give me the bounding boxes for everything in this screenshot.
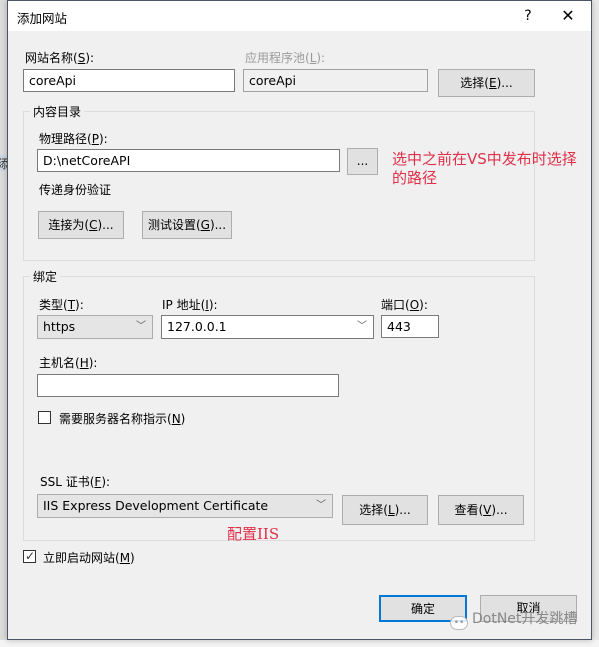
site-name-input[interactable]: coreApi	[23, 69, 235, 92]
help-button[interactable]: ?	[513, 3, 543, 29]
physical-path-label: 物理路径(P):	[39, 132, 108, 146]
test-settings-button[interactable]: 测试设置(G)...	[142, 211, 232, 239]
connect-as-button[interactable]: 连接为(C)...	[38, 211, 124, 239]
close-icon: ✕	[561, 6, 575, 25]
pass-through-auth-label: 传递身份验证	[39, 183, 112, 197]
sni-label[interactable]: 需要服务器名称指示(N)	[59, 410, 185, 427]
physical-path-input[interactable]: D:\netCoreAPI	[37, 149, 340, 172]
binding-title: 绑定	[30, 268, 61, 285]
ssl-cert-value: IIS Express Development Certificate	[43, 498, 269, 513]
type-select-value: https	[43, 319, 76, 334]
wechat-icon: ••	[450, 616, 468, 630]
watermark-text: DotNet开发跳槽	[472, 611, 578, 627]
chevron-down-icon: ﹀	[136, 321, 146, 332]
host-name-input[interactable]	[37, 374, 339, 397]
app-pool-input: coreApi	[243, 69, 428, 92]
start-immediately-checkbox[interactable]: ✓	[23, 549, 36, 563]
ip-address-select[interactable]: 127.0.0.1 ﹀	[161, 315, 374, 339]
path-annotation: 选中之前在VS中发布时选择 的路径	[392, 150, 577, 188]
iis-annotation: 配置IIS	[227, 525, 280, 543]
ip-address-value: 127.0.0.1	[167, 319, 227, 334]
ip-address-label: IP 地址(I):	[162, 298, 218, 312]
browse-path-button[interactable]: ...	[347, 148, 378, 175]
background-window-bottom	[0, 640, 599, 647]
background-window-text: 添	[0, 155, 7, 171]
ssl-cert-label: SSL 证书(F):	[40, 475, 111, 489]
path-annotation-line2: 的路径	[392, 169, 438, 187]
type-select[interactable]: https ﹀	[37, 315, 153, 339]
view-cert-button[interactable]: 查看(V)...	[438, 495, 524, 525]
type-label: 类型(T):	[39, 298, 84, 312]
host-name-label: 主机名(H):	[39, 356, 98, 370]
start-immediately-label[interactable]: 立即启动网站(M)	[43, 549, 135, 566]
close-button[interactable]: ✕	[551, 3, 585, 29]
title-bar[interactable]: 添加网站 ? ✕	[8, 1, 591, 31]
port-input[interactable]: 443	[381, 315, 439, 338]
add-website-dialog: 添加网站 ? ✕ 网站名称(S): coreApi 应用程序池(L): core…	[7, 0, 592, 640]
select-cert-button[interactable]: 选择(L)...	[342, 495, 428, 525]
ssl-cert-select[interactable]: IIS Express Development Certificate ﹀	[37, 494, 333, 518]
path-annotation-line1: 选中之前在VS中发布时选择	[392, 150, 577, 168]
port-label: 端口(O):	[381, 298, 428, 312]
content-directory-title: 内容目录	[30, 103, 85, 120]
dialog-title: 添加网站	[17, 11, 68, 26]
chevron-down-icon: ﹀	[357, 321, 367, 332]
app-pool-label: 应用程序池(L):	[245, 51, 326, 65]
watermark: •• DotNet开发跳槽	[450, 608, 577, 630]
site-name-label: 网站名称(S):	[25, 51, 95, 65]
checkmark-icon: ✓	[25, 549, 36, 563]
select-app-pool-button[interactable]: 选择(E)...	[438, 69, 535, 97]
chevron-down-icon: ﹀	[316, 500, 326, 511]
sni-checkbox[interactable]	[38, 411, 51, 424]
